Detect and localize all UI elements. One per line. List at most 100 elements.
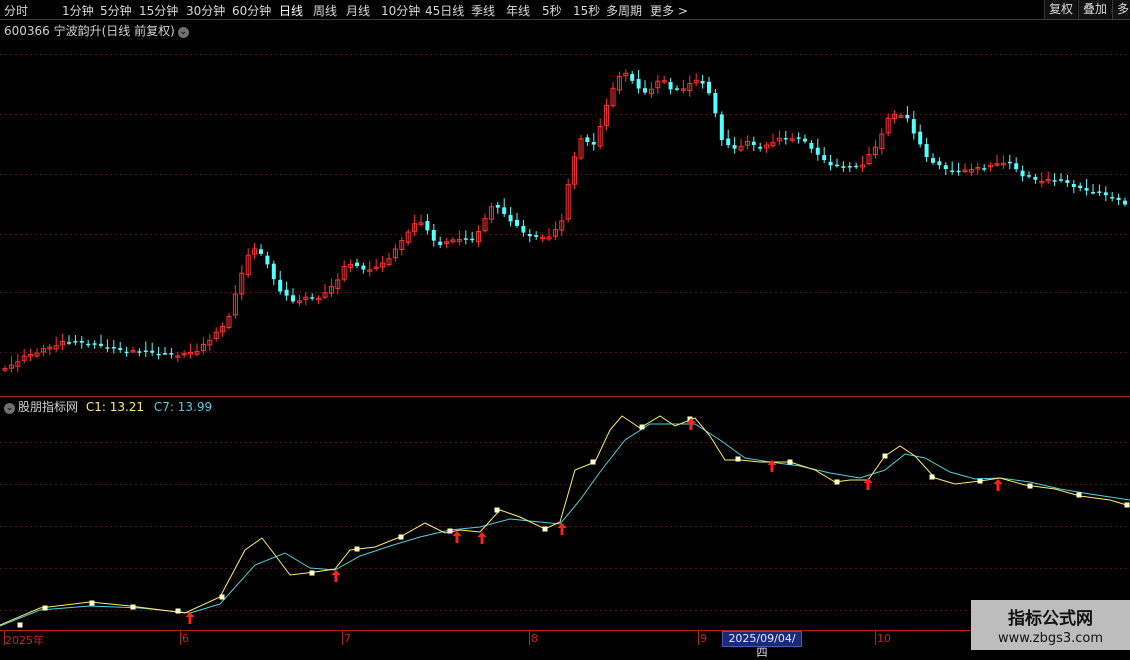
candle-down xyxy=(675,88,679,90)
candle-down xyxy=(937,161,942,166)
c1-value: C1: 13.21 xyxy=(85,400,145,414)
candle-down xyxy=(726,138,731,146)
c1-marker xyxy=(354,546,360,552)
candle-down xyxy=(1014,163,1019,170)
candle-down xyxy=(502,207,507,214)
c1-marker xyxy=(834,479,840,485)
candle-down xyxy=(534,235,539,237)
candle-down xyxy=(1084,188,1089,191)
candle-down xyxy=(707,81,711,94)
c1-marker xyxy=(175,608,181,614)
c1-marker xyxy=(17,622,23,628)
candle-down xyxy=(719,114,724,141)
c1-marker xyxy=(590,459,596,465)
candle-down xyxy=(943,165,948,170)
c1-marker xyxy=(929,474,935,480)
candle-down xyxy=(67,342,71,344)
buy-arrow-icon xyxy=(477,532,487,544)
candle-down xyxy=(92,343,97,345)
c1-marker xyxy=(542,526,548,532)
candle-down xyxy=(527,234,532,237)
candle-down xyxy=(425,221,430,231)
watermark-url: www.zbgs3.com xyxy=(997,631,1104,646)
c1-marker xyxy=(494,507,500,513)
candle-down xyxy=(495,204,500,208)
candle-down xyxy=(1078,185,1083,189)
c1-marker xyxy=(639,424,645,430)
candle-down xyxy=(291,295,295,302)
stock-title: 600366 宁波韵升(日线 前复权) xyxy=(4,24,175,38)
c1-marker xyxy=(787,459,793,465)
main-chart-title: 600366 宁波韵升(日线 前复权) ⌄ xyxy=(4,22,189,39)
c1-marker xyxy=(735,456,741,462)
candle-down xyxy=(713,92,718,114)
c1-line xyxy=(0,415,1130,626)
candle-down xyxy=(796,137,801,139)
candle-down xyxy=(438,241,443,245)
candle-down xyxy=(630,73,635,81)
candle-down xyxy=(809,142,814,149)
candle-down xyxy=(431,230,436,241)
candle-down xyxy=(1033,176,1038,180)
c7-line xyxy=(0,423,1130,627)
c1-marker xyxy=(447,528,453,534)
c1-marker xyxy=(1027,483,1033,489)
candle-down xyxy=(835,164,839,167)
candle-down xyxy=(585,137,590,143)
candle-down xyxy=(515,219,519,226)
indicator-name: 股朋指标网 xyxy=(18,400,79,414)
buy-arrow-icon xyxy=(452,531,462,543)
candle-down xyxy=(828,161,833,166)
c1-marker xyxy=(42,605,48,611)
axis-label-7: 7 xyxy=(344,632,351,645)
candle-down xyxy=(1059,179,1063,181)
candle-down xyxy=(982,168,987,170)
candle-down xyxy=(822,155,827,161)
chevron-down-icon[interactable]: ⌄ xyxy=(4,403,15,414)
candle-down xyxy=(815,147,820,155)
candle-down xyxy=(169,353,174,355)
candle-down xyxy=(841,166,846,168)
candle-down xyxy=(150,350,155,353)
candle-down xyxy=(1027,175,1031,177)
candle-down xyxy=(265,255,270,265)
candle-down xyxy=(591,142,596,145)
indicator-series xyxy=(0,415,1130,628)
candle-down xyxy=(79,340,84,343)
candle-down xyxy=(99,343,103,346)
candle-down xyxy=(956,170,961,173)
candle-down xyxy=(310,297,315,299)
buy-arrow-icon xyxy=(185,612,195,624)
c1-marker xyxy=(309,570,315,576)
candle-down xyxy=(1116,197,1121,200)
candle-down xyxy=(751,141,756,145)
candle-down xyxy=(111,347,116,349)
candle-down xyxy=(911,119,916,134)
c1-marker xyxy=(219,594,225,600)
candle-down xyxy=(470,238,475,241)
candle-down xyxy=(1052,180,1057,182)
c1-marker xyxy=(977,478,983,484)
candle-down xyxy=(1110,197,1115,199)
chevron-down-icon[interactable]: ⌄ xyxy=(177,27,189,38)
watermark-logo: 指标公式网 www.zbgs3.com xyxy=(971,600,1130,650)
c1-marker xyxy=(89,600,95,606)
candle-down xyxy=(1091,192,1095,194)
c1-marker xyxy=(130,604,136,610)
candle-down xyxy=(86,343,91,346)
buy-arrow-icon xyxy=(557,523,567,535)
c1-marker xyxy=(398,534,404,540)
candle-down xyxy=(783,137,788,140)
candle-down xyxy=(732,145,737,149)
candle-down xyxy=(854,165,859,168)
c1-marker xyxy=(882,453,888,459)
candle-down xyxy=(118,347,123,350)
candle-down xyxy=(143,350,148,352)
c1-marker xyxy=(1076,492,1082,498)
candle-down xyxy=(521,225,526,233)
candle-down xyxy=(137,351,142,353)
candle-down xyxy=(361,265,366,270)
candle-down xyxy=(1020,170,1025,177)
c7-value: C7: 13.99 xyxy=(153,400,213,414)
candle-down xyxy=(1065,180,1070,183)
